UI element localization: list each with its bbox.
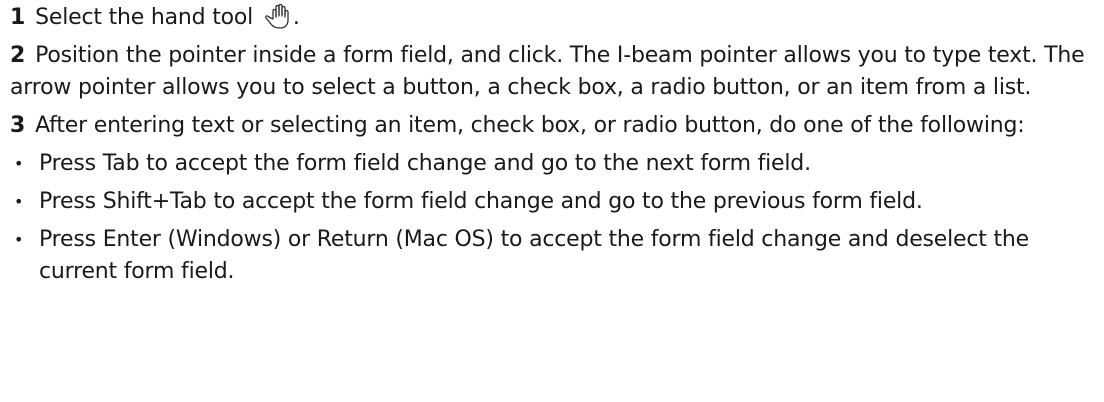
bullet-icon: • xyxy=(14,230,24,249)
step-trailing: . xyxy=(292,5,300,30)
step-text: Position the pointer inside a form field… xyxy=(10,43,1085,100)
list-item: • Press Tab to accept the form field chan… xyxy=(10,148,1094,180)
bullet-icon: • xyxy=(14,192,24,211)
step-text: Select the hand tool xyxy=(35,5,254,30)
step-1: 1 Select the hand tool . xyxy=(10,0,1094,34)
step-text: After entering text or selecting an item… xyxy=(35,113,1025,138)
step-number: 1 xyxy=(10,5,26,30)
options-list: • Press Tab to accept the form field chan… xyxy=(10,148,1094,288)
bullet-icon: • xyxy=(14,154,24,173)
step-number: 2 xyxy=(10,43,26,68)
list-item-text: Press Tab to accept the form field chang… xyxy=(39,151,811,176)
list-item-text: Press Shift+Tab to accept the form field… xyxy=(39,189,923,214)
hand-tool-icon xyxy=(263,2,293,30)
step-3: 3 After entering text or selecting an ite… xyxy=(10,110,1094,142)
list-item: • Press Shift+Tab to accept the form fiel… xyxy=(10,186,1094,218)
step-2: 2 Position the pointer inside a form fiel… xyxy=(10,40,1094,104)
help-content: 1 Select the hand tool . 2 Position the po… xyxy=(0,0,1104,288)
step-number: 3 xyxy=(10,113,26,138)
list-item: • Press Enter (Windows) or Return (Mac OS… xyxy=(10,224,1094,288)
list-item-text: Press Enter (Windows) or Return (Mac OS)… xyxy=(39,227,1030,284)
